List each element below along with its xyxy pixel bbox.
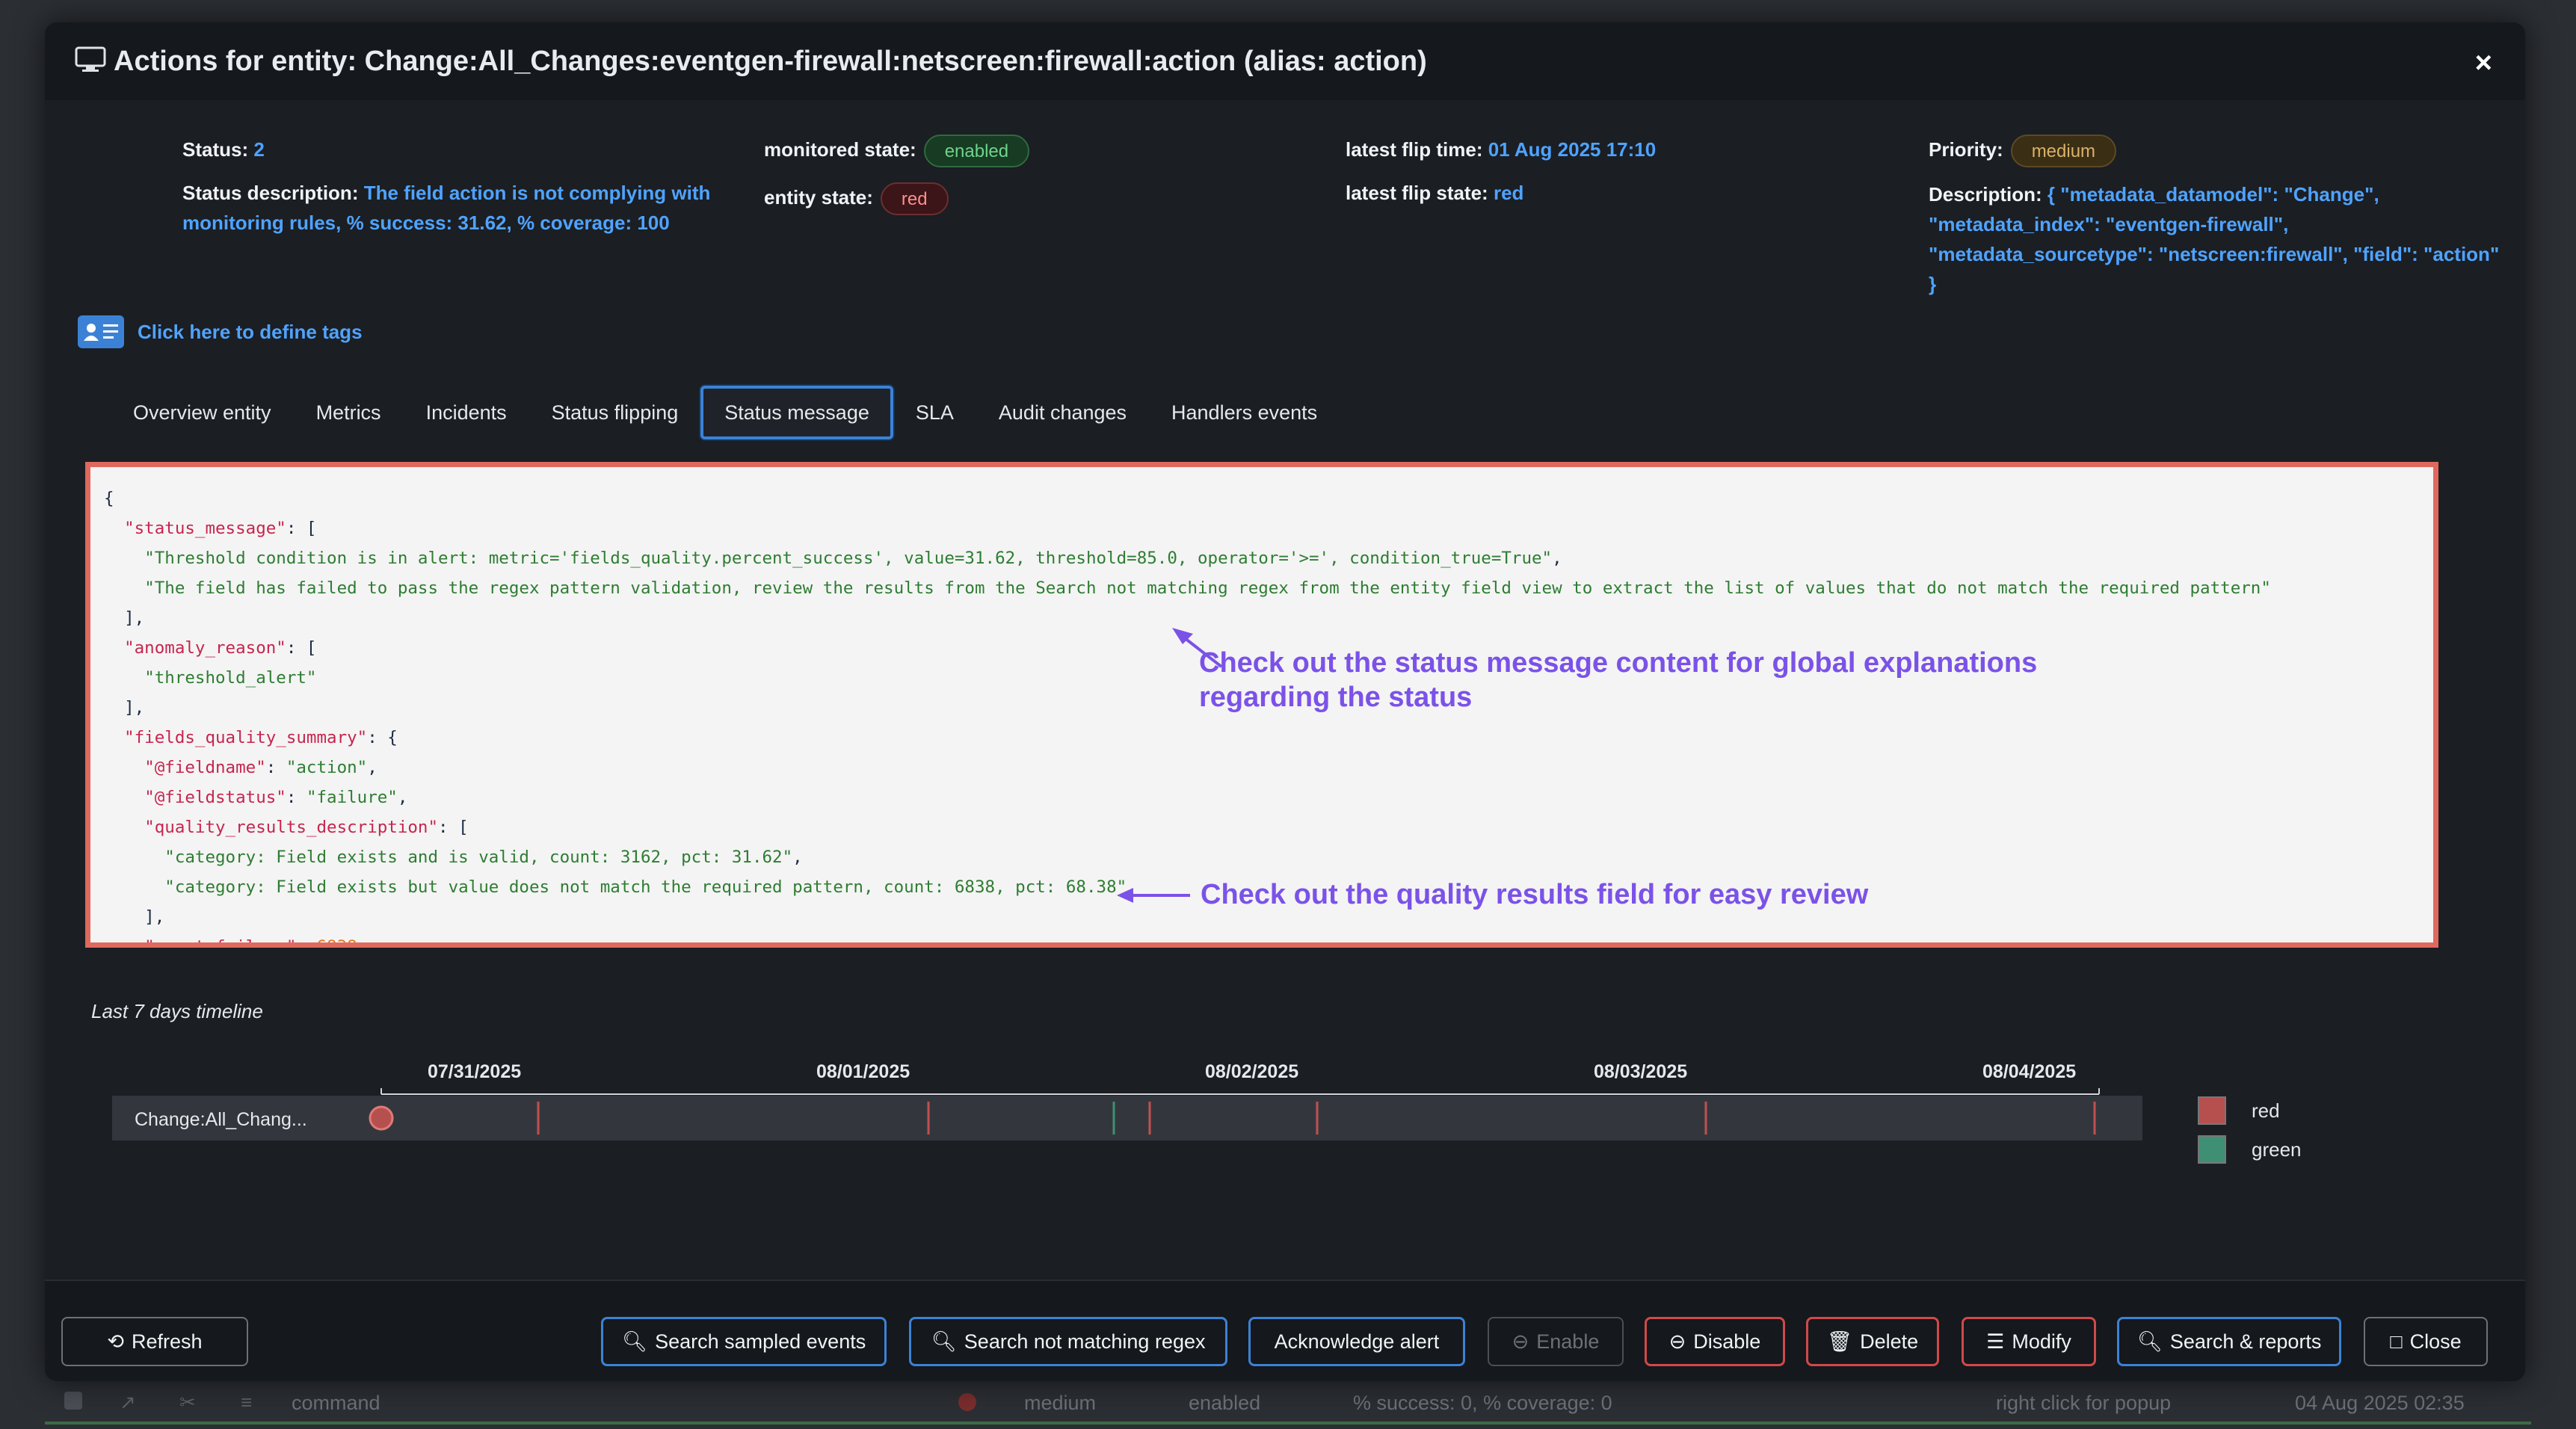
description-label: Description:: [1929, 183, 2042, 206]
priority-badge: medium: [2010, 135, 2117, 168]
timeline-events: [369, 1102, 2096, 1135]
search-icon: 🔍︎: [931, 1330, 957, 1353]
define-tags-label[interactable]: Click here to define tags: [138, 321, 363, 344]
acknowledge-alert-button[interactable]: Acknowledge alert: [1248, 1317, 1465, 1366]
sliders-icon: ☰: [1986, 1330, 2005, 1353]
code-line: "Threshold condition is in alert: metric…: [144, 549, 1562, 568]
legend-item-green: green: [2198, 1130, 2302, 1169]
external-link-icon: ↗: [120, 1391, 136, 1413]
code-line: "quality_results_description": [: [144, 818, 469, 837]
tab-status-flipping[interactable]: Status flipping: [529, 386, 701, 439]
row-priority: medium: [1024, 1392, 1097, 1414]
status-value: 2: [253, 138, 265, 161]
database-icon: ≡: [241, 1391, 253, 1413]
row-state: enabled: [1189, 1392, 1261, 1414]
tab-status-message[interactable]: Status message: [700, 386, 893, 439]
timeline-date-label: 08/04/2025: [1982, 1061, 2077, 1082]
row-hint: right click for popup: [1996, 1392, 2172, 1414]
code-line: ],: [104, 608, 145, 628]
timeline-chart: 07/31/2025 08/01/2025 08/02/2025 08/03/2…: [112, 1061, 2145, 1143]
search-not-matching-regex-button[interactable]: 🔍︎ Search not matching regex: [909, 1317, 1227, 1366]
row-name: command: [292, 1392, 380, 1414]
priority-info: Priority: medium Description: { "metadata…: [1929, 135, 2512, 299]
timeline-date-label: 07/31/2025: [428, 1061, 522, 1082]
monitored-state-label: monitored state:: [764, 138, 916, 161]
flip-info: latest flip time: 01 Aug 2025 17:10 late…: [1346, 135, 1869, 208]
define-tags-link[interactable]: Click here to define tags: [78, 315, 363, 348]
trash-icon: 🗑︎: [1826, 1330, 1853, 1353]
refresh-button[interactable]: ⟲ Refresh: [61, 1317, 248, 1366]
flip-time-value: 01 Aug 2025 17:10: [1488, 138, 1657, 161]
timeline-title: Last 7 days timeline: [91, 1000, 263, 1022]
entity-state-badge: red: [880, 182, 949, 216]
code-line: "@fieldstatus": "failure",: [144, 788, 408, 807]
tab-overview-entity[interactable]: Overview entity: [111, 386, 294, 439]
tab-handlers-events[interactable]: Handlers events: [1149, 386, 1340, 439]
tools-icon: ✂: [179, 1391, 196, 1413]
status-info: Status: 2 Status description: The field …: [182, 135, 780, 238]
legend-swatch-red: [2198, 1096, 2226, 1125]
delete-button[interactable]: 🗑︎ Delete: [1806, 1317, 1939, 1366]
code-line: "status_message": [: [124, 519, 317, 538]
search-icon: 🔍︎: [621, 1330, 648, 1353]
priority-label: Priority:: [1929, 138, 2003, 161]
row-checkbox: [64, 1392, 82, 1410]
code-line: "count_failure": 6838,: [144, 937, 368, 948]
id-card-icon: [78, 315, 124, 348]
timeline-event-red: [369, 1105, 394, 1131]
refresh-icon: ⟲: [107, 1330, 125, 1353]
timeline-legend: red green: [2198, 1091, 2302, 1169]
timeline-date-label: 08/01/2025: [816, 1061, 910, 1082]
enable-button[interactable]: ⊖ Enable: [1488, 1317, 1624, 1366]
code-line: "@fieldname": "action",: [144, 758, 378, 777]
legend-label-red: red: [2252, 1099, 2280, 1122]
modal-footer: ⟲ Refresh 🔍︎ Search sampled events 🔍︎ Searc…: [45, 1280, 2525, 1381]
modal-title: Actions for entity: Change:All_Changes:e…: [114, 45, 1427, 77]
code-line: {: [104, 489, 114, 508]
square-icon: □: [2390, 1330, 2403, 1353]
tab-audit-changes[interactable]: Audit changes: [976, 386, 1149, 439]
tab-incidents[interactable]: Incidents: [404, 386, 529, 439]
tab-metrics[interactable]: Metrics: [294, 386, 404, 439]
disable-button[interactable]: ⊖ Disable: [1645, 1317, 1785, 1366]
toggle-icon: ⊖: [1668, 1330, 1686, 1353]
annotation-arrow-2: [1117, 888, 1190, 903]
tab-sla[interactable]: SLA: [893, 386, 976, 439]
annotation-quality-results: Check out the quality results field for …: [1201, 879, 1869, 910]
monitored-state-badge: enabled: [923, 135, 1030, 168]
flip-state-value: red: [1493, 182, 1524, 204]
state-info: monitored state: enabled entity state: red: [764, 135, 1287, 216]
close-icon[interactable]: ×: [2475, 48, 2492, 78]
entity-actions-modal: Actions for entity: Change:All_Changes:e…: [45, 22, 2525, 1381]
timeline-date-label: 08/03/2025: [1594, 1061, 1688, 1082]
background-table-row: ↗ ✂ ≡ command medium enabled % success: …: [45, 1380, 2531, 1425]
legend-label-green: green: [2252, 1138, 2302, 1161]
code-line: "fields_quality_summary": {: [124, 728, 398, 747]
code-line: "The field has failed to pass the regex …: [144, 578, 2271, 598]
timeline-date-label: 08/02/2025: [1205, 1061, 1299, 1082]
row-status: % success: 0, % coverage: 0: [1353, 1392, 1612, 1414]
status-label: Status:: [182, 138, 249, 161]
row-status-dot: [958, 1393, 976, 1411]
legend-item-red: red: [2198, 1091, 2302, 1130]
search-reports-button[interactable]: 🔍︎ Search & reports: [2117, 1317, 2341, 1366]
code-line: "category: Field exists and is valid, co…: [164, 848, 803, 867]
search-icon: 🔍︎: [2136, 1330, 2163, 1353]
close-button[interactable]: □ Close: [2364, 1317, 2488, 1366]
flip-time-label: latest flip time:: [1346, 138, 1483, 161]
toggle-icon: ⊖: [1512, 1330, 1529, 1353]
status-description-label: Status description:: [182, 182, 359, 204]
search-sampled-events-button[interactable]: 🔍︎ Search sampled events: [601, 1317, 887, 1366]
monitor-icon: [75, 46, 106, 77]
modal-header: Actions for entity: Change:All_Changes:e…: [45, 22, 2525, 100]
annotation-status-message: Check out the status message content for…: [1199, 647, 2038, 713]
tab-bar: Overview entity Metrics Incidents Status…: [111, 386, 1340, 439]
entity-state-label: entity state:: [764, 186, 873, 209]
modify-button[interactable]: ☰ Modify: [1962, 1317, 2096, 1366]
legend-swatch-green: [2198, 1135, 2226, 1164]
row-time: 04 Aug 2025 02:35: [2295, 1392, 2465, 1414]
flip-state-label: latest flip state:: [1346, 182, 1488, 204]
